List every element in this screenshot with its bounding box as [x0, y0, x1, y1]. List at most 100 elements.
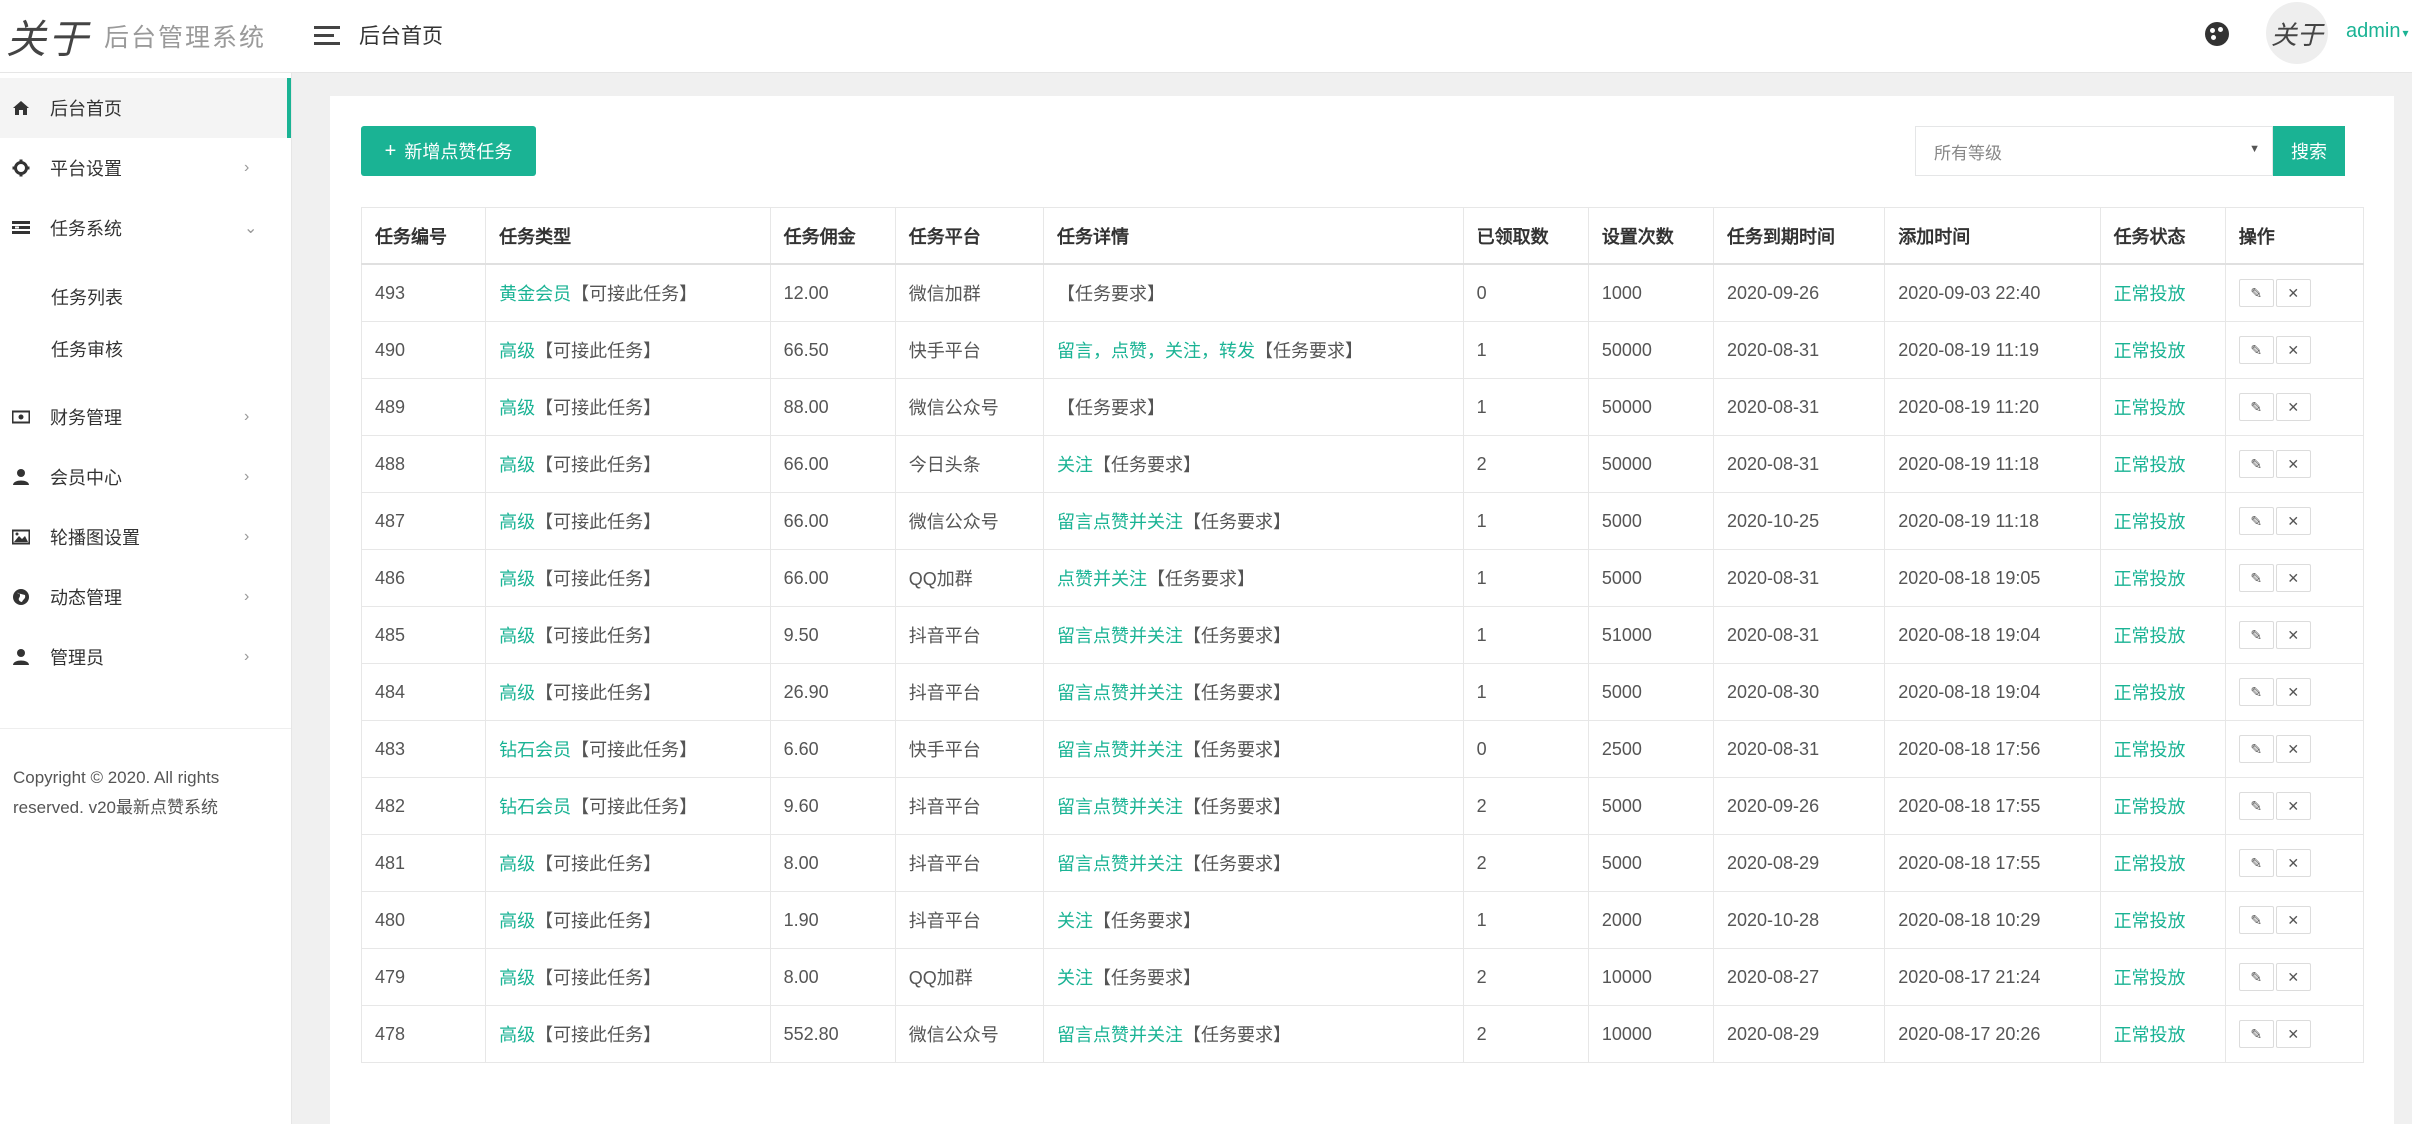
task-detail-tags: 留言点赞并关注 — [1057, 1025, 1183, 1045]
palette-icon[interactable] — [2205, 22, 2229, 46]
table-row: 490 高级【可接此任务】 66.50 快手平台 留言，点赞，关注，转发【任务要求】 1 5… — [360, 321, 2365, 379]
task-commission: 552.80 — [783, 1023, 839, 1044]
task-detail-note: 【任务要求】 — [1057, 284, 1165, 304]
cell-task-type: 钻石会员【可接此任务】 — [485, 777, 771, 835]
sidebar-subitem-task-review[interactable]: 任务审核 — [0, 324, 291, 374]
table-body: 493 黄金会员【可接此任务】 12.00 微信加群 【任务要求】 0 1000 2020-0… — [360, 263, 2365, 1063]
delete-button[interactable]: ✕ — [2275, 507, 2311, 535]
row-actions: ✎ ✕ — [2238, 849, 2363, 877]
edit-button[interactable]: ✎ — [2238, 450, 2274, 478]
cell-added: 2020-08-17 20:26 — [1884, 1005, 2101, 1063]
sidebar-item-home[interactable]: 后台首页 — [0, 78, 291, 138]
search-button[interactable]: 搜索 — [2273, 126, 2345, 176]
task-received: 2 — [1476, 795, 1487, 816]
task-type-note: 【可接此任务】 — [535, 455, 662, 475]
delete-button[interactable]: ✕ — [2275, 279, 2311, 307]
edit-button[interactable]: ✎ — [2238, 792, 2274, 820]
cell-platform: 微信公众号 — [894, 1005, 1045, 1063]
cell-actions: ✎ ✕ — [2224, 378, 2365, 436]
edit-button[interactable]: ✎ — [2238, 564, 2274, 592]
logo-mark: 关于 — [6, 17, 90, 63]
cell-times: 50000 — [1587, 378, 1715, 436]
cell-received: 1 — [1462, 891, 1589, 949]
edit-button[interactable]: ✎ — [2238, 507, 2274, 535]
cell-detail: 关注【任务要求】 — [1043, 948, 1464, 1006]
sidebar-item-administrators[interactable]: 管理员 › — [0, 627, 291, 687]
task-type-note: 【可接此任务】 — [571, 797, 698, 817]
logo[interactable]: 关于 后台管理系统 — [0, 0, 290, 72]
sidebar-item-label: 平台设置 — [50, 159, 122, 179]
close-icon: ✕ — [2287, 455, 2300, 472]
pencil-icon: ✎ — [2250, 854, 2263, 871]
edit-button[interactable]: ✎ — [2238, 963, 2274, 991]
table-row: 482 钻石会员【可接此任务】 9.60 抖音平台 留言点赞并关注【任务要求】 2 5000… — [360, 777, 2365, 835]
pencil-icon: ✎ — [2250, 398, 2263, 415]
row-actions: ✎ ✕ — [2238, 792, 2363, 820]
cell-commission: 8.00 — [769, 834, 896, 892]
sidebar-item-finance[interactable]: 财务管理 › — [0, 387, 291, 447]
chevron-right-icon: › — [244, 159, 250, 176]
pencil-icon: ✎ — [2250, 740, 2263, 757]
task-type-note: 【可接此任务】 — [535, 911, 662, 931]
task-id: 478 — [375, 1023, 406, 1044]
sidebar-item-task-system[interactable]: 任务系统 ⌄ — [0, 198, 291, 258]
cell-task-id: 482 — [360, 777, 487, 835]
home-icon — [13, 101, 29, 115]
table-row: 479 高级【可接此任务】 8.00 QQ加群 关注【任务要求】 2 10000 2020-0… — [360, 948, 2365, 1006]
table-row: 493 黄金会员【可接此任务】 12.00 微信加群 【任务要求】 0 1000 2020-0… — [360, 263, 2365, 322]
delete-button[interactable]: ✕ — [2275, 849, 2311, 877]
level-filter-select[interactable]: 所有等级 ▼ — [1915, 126, 2273, 176]
cell-task-type: 钻石会员【可接此任务】 — [485, 720, 771, 778]
delete-button[interactable]: ✕ — [2275, 450, 2311, 478]
task-type-level: 高级 — [499, 911, 536, 931]
pencil-icon: ✎ — [2250, 341, 2263, 358]
edit-button[interactable]: ✎ — [2238, 849, 2274, 877]
delete-button[interactable]: ✕ — [2275, 906, 2311, 934]
sidebar-item-platform-settings[interactable]: 平台设置 › — [0, 138, 291, 198]
task-status: 正常投放 — [2113, 683, 2186, 703]
task-type-level: 高级 — [499, 512, 536, 532]
edit-button[interactable]: ✎ — [2238, 678, 2274, 706]
delete-button[interactable]: ✕ — [2275, 621, 2311, 649]
cell-commission: 66.00 — [769, 435, 896, 493]
sidebar-item-carousel-settings[interactable]: 轮播图设置 › — [0, 507, 291, 567]
menu-toggle-icon[interactable] — [314, 22, 342, 50]
cell-expire: 2020-08-31 — [1712, 321, 1886, 379]
delete-button[interactable]: ✕ — [2275, 963, 2311, 991]
task-type-level: 高级 — [499, 341, 536, 361]
avatar[interactable]: 关于 — [2266, 2, 2328, 64]
task-type-note: 【可接此任务】 — [535, 512, 662, 532]
delete-button[interactable]: ✕ — [2275, 735, 2311, 763]
cell-commission: 88.00 — [769, 378, 896, 436]
sidebar-item-news[interactable]: 动态管理 › — [0, 567, 291, 627]
delete-button[interactable]: ✕ — [2275, 393, 2311, 421]
add-like-task-button[interactable]: + 新增点赞任务 — [361, 126, 536, 176]
row-actions: ✎ ✕ — [2238, 1020, 2363, 1048]
row-actions: ✎ ✕ — [2238, 450, 2363, 478]
edit-button[interactable]: ✎ — [2238, 906, 2274, 934]
cell-task-type: 高级【可接此任务】 — [485, 549, 771, 607]
cell-times: 5000 — [1587, 777, 1715, 835]
edit-button[interactable]: ✎ — [2238, 279, 2274, 307]
sidebar-subitem-task-list[interactable]: 任务列表 — [0, 272, 291, 322]
edit-button[interactable]: ✎ — [2238, 336, 2274, 364]
delete-button[interactable]: ✕ — [2275, 792, 2311, 820]
cell-received: 1 — [1462, 378, 1589, 436]
delete-button[interactable]: ✕ — [2275, 1020, 2311, 1048]
edit-button[interactable]: ✎ — [2238, 621, 2274, 649]
task-id: 488 — [375, 453, 406, 474]
task-received: 1 — [1476, 396, 1487, 417]
delete-button[interactable]: ✕ — [2275, 336, 2311, 364]
delete-button[interactable]: ✕ — [2275, 564, 2311, 592]
cell-task-id: 487 — [360, 492, 487, 550]
sidebar-item-member-center[interactable]: 会员中心 › — [0, 447, 291, 507]
edit-button[interactable]: ✎ — [2238, 735, 2274, 763]
user-menu[interactable]: admin ▾ — [2346, 20, 2409, 43]
delete-button[interactable]: ✕ — [2275, 678, 2311, 706]
edit-button[interactable]: ✎ — [2238, 393, 2274, 421]
task-type-level: 高级 — [499, 398, 536, 418]
task-detail-note: 【任务要求】 — [1183, 512, 1291, 532]
chevron-right-icon: › — [244, 648, 250, 665]
edit-button[interactable]: ✎ — [2238, 1020, 2274, 1048]
cell-times: 5000 — [1587, 492, 1715, 550]
